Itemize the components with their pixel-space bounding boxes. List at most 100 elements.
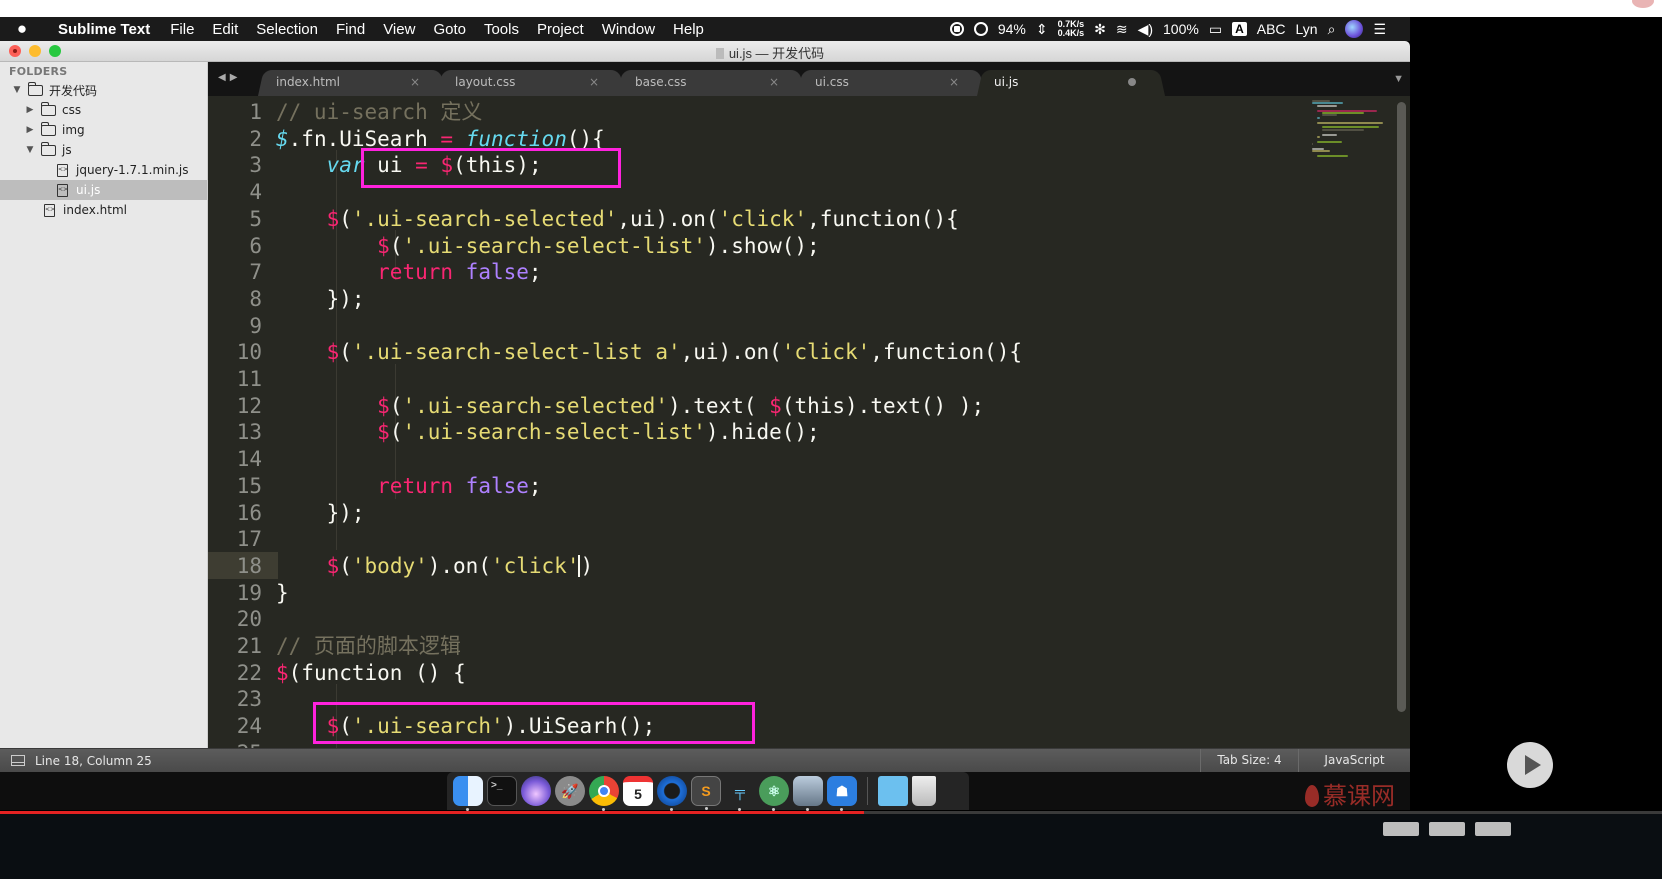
tab-ui-js[interactable]: ui.js (980, 68, 1140, 96)
tab-close-icon[interactable]: × (587, 75, 601, 89)
disclosure-open-icon[interactable]: ▼ (12, 85, 22, 95)
finder-icon[interactable] (453, 776, 483, 811)
bluetooth-icon[interactable]: ✻ (1094, 21, 1106, 38)
siri-icon[interactable] (1345, 20, 1364, 38)
menu-project[interactable]: Project (528, 21, 593, 38)
tree-folder-js[interactable]: ▼ js (0, 140, 207, 160)
tree-label: 开发代码 (49, 83, 98, 98)
line-number: 23 (236, 687, 262, 712)
quicktime-icon[interactable] (657, 776, 687, 811)
file-code-icon (57, 163, 68, 177)
atom-icon[interactable]: ⚛ (759, 776, 789, 811)
tab-ui-css[interactable]: ui.css × (801, 68, 961, 96)
unsaved-dot-icon[interactable] (1128, 78, 1136, 86)
user-name[interactable]: Lyn (1296, 21, 1318, 37)
terminal-icon[interactable]: >_ (487, 776, 517, 806)
line-number: 19 (236, 580, 262, 605)
disclosure-open-icon[interactable]: ▼ (25, 145, 35, 155)
menu-app-name[interactable]: Sublime Text (44, 21, 161, 38)
keynote-icon[interactable]: ╤ (725, 776, 755, 811)
cpu-usage: 94% (997, 21, 1026, 37)
chef-app-icon[interactable]: ☗ (827, 776, 857, 811)
trash-icon[interactable] (912, 776, 936, 806)
tab-close-icon[interactable]: × (947, 75, 961, 89)
vertical-scrollbar[interactable] (1397, 102, 1406, 712)
cpu-monitor-icon[interactable] (973, 22, 988, 36)
battery-icon[interactable]: ▭ (1209, 21, 1222, 38)
minimap[interactable] (1312, 100, 1392, 160)
tab-base-css[interactable]: base.css × (621, 68, 781, 96)
play-icon (1524, 755, 1541, 775)
disclosure-closed-icon[interactable]: ▶ (25, 125, 35, 135)
preview-icon[interactable] (793, 776, 823, 811)
folders-header: FOLDERS (9, 65, 68, 78)
tree-label: js (62, 143, 72, 157)
apple-icon[interactable]: ● (0, 19, 44, 39)
chrome-icon[interactable] (589, 776, 619, 811)
minimap-line (1316, 104, 1338, 107)
notification-center-icon[interactable]: ☰ (1373, 21, 1386, 38)
menu-selection[interactable]: Selection (247, 21, 327, 38)
input-source-icon[interactable]: A (1232, 22, 1247, 36)
calendar-icon[interactable]: 5 (623, 776, 653, 806)
syntax-selector[interactable]: JavaScript (1298, 749, 1410, 772)
file-code-icon (57, 183, 68, 197)
folder-icon (40, 121, 56, 136)
tab-close-icon[interactable]: × (408, 75, 422, 89)
menu-help[interactable]: Help (664, 21, 713, 38)
line-number: 17 (236, 527, 262, 552)
line-number: 10 (236, 340, 262, 365)
siri-app-icon[interactable] (521, 776, 551, 806)
panel-toggle-icon[interactable] (11, 755, 25, 766)
tab-nav-arrows[interactable]: ◀▶ (218, 72, 241, 83)
tab-close-icon[interactable]: × (767, 75, 781, 89)
code-line: $('body').on('click') (326, 553, 594, 578)
tree-folder-css[interactable]: ▶ css (0, 100, 207, 120)
line-number: 18 (236, 553, 262, 578)
volume-icon[interactable]: ◀) (1138, 21, 1153, 38)
menu-window[interactable]: Window (593, 21, 664, 38)
menu-view[interactable]: View (374, 21, 424, 38)
tree-file-index-html[interactable]: index.html (0, 200, 207, 220)
sublime-text-icon[interactable]: S (691, 776, 721, 810)
launchpad-icon[interactable]: 🚀 (555, 776, 585, 806)
menu-goto[interactable]: Goto (424, 21, 475, 38)
downloads-folder-icon[interactable] (878, 776, 908, 806)
tree-file-jquery[interactable]: jquery-1.7.1.min.js (0, 160, 207, 180)
tree-label: index.html (63, 203, 127, 217)
menu-tools[interactable]: Tools (475, 21, 528, 38)
tab-layout-css[interactable]: layout.css × (441, 68, 601, 96)
tree-label: img (62, 123, 85, 137)
watermark-text: 慕课网 (1323, 782, 1395, 810)
tab-index-html[interactable]: index.html × (262, 68, 422, 96)
minimap-line (1316, 116, 1321, 119)
player-control-button[interactable] (1383, 822, 1419, 836)
player-route-button[interactable] (1475, 822, 1511, 836)
tab-overflow-dropdown-icon[interactable]: ▼ (1393, 73, 1404, 85)
tree-folder-root[interactable]: ▼ 开发代码 (0, 80, 207, 100)
video-play-button[interactable] (1507, 742, 1553, 788)
disclosure-closed-icon[interactable]: ▶ (25, 105, 35, 115)
tree-file-ui-js[interactable]: ui.js (0, 180, 207, 200)
line-number: 5 (249, 206, 262, 231)
tree-folder-img[interactable]: ▶ img (0, 120, 207, 140)
spotlight-search-icon[interactable]: ⌕ (1328, 21, 1336, 38)
screen-record-icon[interactable] (949, 22, 964, 36)
player-quality-button[interactable] (1429, 822, 1465, 836)
tab-size-selector[interactable]: Tab Size: 4 (1200, 749, 1298, 772)
minimap-line (1321, 133, 1338, 136)
menu-file[interactable]: File (161, 21, 203, 38)
mac-menubar: ● Sublime Text File Edit Selection Find … (0, 17, 1410, 41)
tab-label: base.css (635, 75, 687, 89)
wifi-icon[interactable]: ≋ (1116, 21, 1128, 38)
menu-find[interactable]: Find (327, 21, 374, 38)
code-line: }); (326, 286, 365, 311)
tree-label: jquery-1.7.1.min.js (76, 163, 189, 177)
line-number: 4 (249, 180, 262, 205)
code-editor[interactable]: 1234567891011121314151617181920212223242… (208, 96, 1410, 748)
folder-open-icon (40, 141, 56, 156)
input-method[interactable]: ABC (1257, 21, 1286, 37)
sidebar: FOLDERS ▼ 开发代码 ▶ css ▶ img ▼ js jquery-1… (0, 62, 208, 748)
line-number-gutter: 1234567891011121314151617181920212223242… (208, 96, 268, 748)
menu-edit[interactable]: Edit (203, 21, 247, 38)
